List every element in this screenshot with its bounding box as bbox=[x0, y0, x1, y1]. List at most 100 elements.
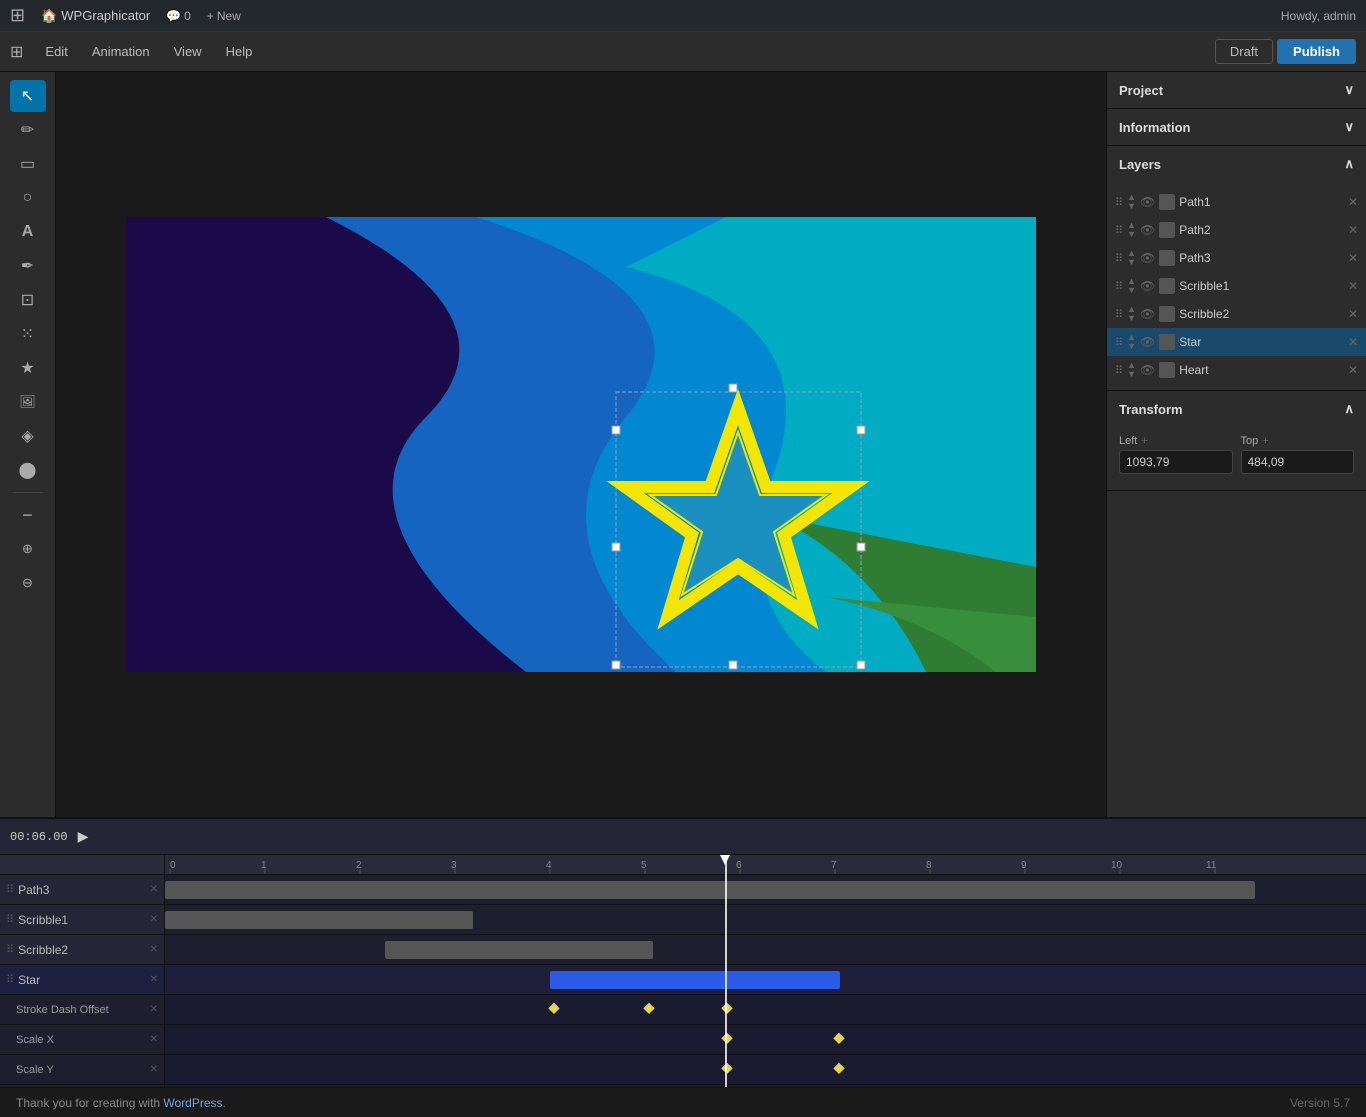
keyframe-scalex-2[interactable] bbox=[833, 1032, 844, 1043]
canvas[interactable] bbox=[126, 217, 1036, 672]
tool-rect[interactable]: ▭ bbox=[10, 148, 46, 180]
track-star[interactable] bbox=[165, 965, 1366, 995]
new-item-link[interactable]: + New bbox=[207, 9, 241, 23]
left-plus-icon[interactable]: + bbox=[1141, 435, 1147, 447]
tool-circle[interactable]: ○ bbox=[10, 182, 46, 214]
label-scribble1: Scribble1 bbox=[18, 913, 68, 927]
down-arrow-icon[interactable]: ▼ bbox=[1127, 286, 1136, 295]
top-input[interactable] bbox=[1241, 450, 1355, 474]
keyframe-scaley-1[interactable] bbox=[721, 1062, 732, 1073]
delete-layer-icon[interactable]: ✕ bbox=[1348, 335, 1358, 349]
tool-text[interactable]: A bbox=[10, 216, 46, 248]
close-scribble2-icon[interactable]: ✕ bbox=[150, 944, 158, 955]
play-button[interactable]: ▶ bbox=[78, 828, 89, 845]
tool-droplet[interactable]: ◈ bbox=[10, 420, 46, 452]
track-stroke-dash-offset[interactable] bbox=[165, 995, 1366, 1025]
keyframe-stroke-1[interactable] bbox=[548, 1002, 559, 1013]
keyframe-scalex-1[interactable] bbox=[721, 1032, 732, 1043]
comments-link[interactable]: 💬 0 bbox=[166, 9, 191, 23]
svg-text:5: 5 bbox=[641, 860, 647, 871]
delete-layer-icon[interactable]: ✕ bbox=[1348, 279, 1358, 293]
close-path3-icon[interactable]: ✕ bbox=[150, 884, 158, 895]
close-star-icon[interactable]: ✕ bbox=[150, 974, 158, 985]
visibility-icon[interactable]: 👁 bbox=[1140, 223, 1155, 237]
track-angle[interactable] bbox=[165, 1085, 1366, 1087]
track-scale-y[interactable] bbox=[165, 1055, 1366, 1085]
layer-item-path2[interactable]: ⠿ ▲ ▼ 👁 Path2 ✕ bbox=[1107, 216, 1366, 244]
tool-zoom-fit[interactable]: ⊕ bbox=[10, 533, 46, 565]
delete-layer-icon[interactable]: ✕ bbox=[1348, 195, 1358, 209]
menu-help[interactable]: Help bbox=[216, 40, 263, 63]
tool-transform[interactable]: ⊡ bbox=[10, 284, 46, 316]
layer-item-path1[interactable]: ⠿ ▲ ▼ 👁 Path1 ✕ bbox=[1107, 188, 1366, 216]
project-header[interactable]: Project ∨ bbox=[1107, 72, 1366, 108]
visibility-icon[interactable]: 👁 bbox=[1140, 195, 1155, 209]
down-arrow-icon[interactable]: ▼ bbox=[1127, 230, 1136, 239]
tool-fill[interactable]: ⬤ bbox=[10, 454, 46, 486]
visibility-icon[interactable]: 👁 bbox=[1140, 335, 1155, 349]
tool-star[interactable]: ★ bbox=[10, 352, 46, 384]
svg-text:7: 7 bbox=[831, 860, 837, 871]
wordpress-link[interactable]: WordPress bbox=[163, 1096, 222, 1110]
keyframe-stroke-2[interactable] bbox=[643, 1002, 654, 1013]
menu-animation[interactable]: Animation bbox=[82, 40, 160, 63]
down-arrow-icon[interactable]: ▼ bbox=[1127, 314, 1136, 323]
tool-pen[interactable]: ✒ bbox=[10, 250, 46, 282]
tool-pencil[interactable]: ✏ bbox=[10, 114, 46, 146]
layer-name-star: Star bbox=[1179, 335, 1344, 349]
svg-text:10: 10 bbox=[1111, 860, 1123, 871]
layer-item-scribble1[interactable]: ⠿ ▲ ▼ 👁 Scribble1 ✕ bbox=[1107, 272, 1366, 300]
delete-layer-icon[interactable]: ✕ bbox=[1348, 223, 1358, 237]
layer-arrows: ▲ ▼ bbox=[1127, 221, 1136, 239]
close-scribble1-icon[interactable]: ✕ bbox=[150, 914, 158, 925]
track-scribble2[interactable] bbox=[165, 935, 1366, 965]
tool-zoom-out[interactable]: − bbox=[10, 499, 46, 531]
delete-layer-icon[interactable]: ✕ bbox=[1348, 251, 1358, 265]
layer-item-heart[interactable]: ⠿ ▲ ▼ 👁 Heart ✕ bbox=[1107, 356, 1366, 384]
publish-button[interactable]: Publish bbox=[1277, 39, 1356, 64]
menu-edit[interactable]: Edit bbox=[35, 40, 77, 63]
down-arrow-icon[interactable]: ▼ bbox=[1127, 342, 1136, 351]
visibility-icon[interactable]: 👁 bbox=[1140, 279, 1155, 293]
delete-layer-icon[interactable]: ✕ bbox=[1348, 363, 1358, 377]
track-scribble1[interactable] bbox=[165, 905, 1366, 935]
drag-icon: ⠿ bbox=[6, 943, 14, 956]
keyframe-scaley-2[interactable] bbox=[833, 1062, 844, 1073]
right-panel: Project ∨ Information ∨ Layers ∧ ⠿ bbox=[1106, 72, 1366, 817]
down-arrow-icon[interactable]: ▼ bbox=[1127, 258, 1136, 267]
ruler[interactable]: 0 1 2 3 4 5 6 7 8 bbox=[165, 855, 1366, 875]
track-scale-x[interactable] bbox=[165, 1025, 1366, 1055]
track-path3[interactable] bbox=[165, 875, 1366, 905]
visibility-icon[interactable]: 👁 bbox=[1140, 251, 1155, 265]
keyframe-stroke-3[interactable] bbox=[721, 1002, 732, 1013]
draft-button[interactable]: Draft bbox=[1215, 39, 1273, 64]
drag-icon: ⠿ bbox=[1115, 364, 1123, 377]
visibility-icon[interactable]: 👁 bbox=[1140, 307, 1155, 321]
close-stroke-dash-icon[interactable]: ✕ bbox=[150, 1004, 158, 1015]
plus-icon: + bbox=[207, 9, 214, 23]
layer-thumbnail bbox=[1159, 306, 1175, 322]
layer-item-path3[interactable]: ⠿ ▲ ▼ 👁 Path3 ✕ bbox=[1107, 244, 1366, 272]
site-name[interactable]: 🏠 WPGraphicator bbox=[41, 8, 150, 24]
menu-view[interactable]: View bbox=[164, 40, 212, 63]
down-arrow-icon[interactable]: ▼ bbox=[1127, 202, 1136, 211]
left-toolbar: ↖ ✏ ▭ ○ A ✒ ⊡ ⁙ ★ 🖼 ◈ ⬤ − ⊕ ⊖ bbox=[0, 72, 56, 817]
layer-item-scribble2[interactable]: ⠿ ▲ ▼ 👁 Scribble2 ✕ bbox=[1107, 300, 1366, 328]
tool-zoom-in[interactable]: ⊖ bbox=[10, 567, 46, 599]
layers-header[interactable]: Layers ∧ bbox=[1107, 146, 1366, 182]
left-input[interactable] bbox=[1119, 450, 1233, 474]
tool-select[interactable]: ↖ bbox=[10, 80, 46, 112]
transform-header[interactable]: Transform ∧ bbox=[1107, 391, 1366, 427]
down-arrow-icon[interactable]: ▼ bbox=[1127, 370, 1136, 379]
layer-item-star[interactable]: ⠿ ▲ ▼ 👁 Star ✕ bbox=[1107, 328, 1366, 356]
top-plus-icon[interactable]: + bbox=[1262, 435, 1268, 447]
close-scale-y-icon[interactable]: ✕ bbox=[150, 1064, 158, 1075]
close-scale-x-icon[interactable]: ✕ bbox=[150, 1034, 158, 1045]
delete-layer-icon[interactable]: ✕ bbox=[1348, 307, 1358, 321]
visibility-icon[interactable]: 👁 bbox=[1140, 363, 1155, 377]
information-header[interactable]: Information ∨ bbox=[1107, 109, 1366, 145]
timeline-label-scribble2: ⠿ Scribble2 ✕ bbox=[0, 935, 164, 965]
tool-image[interactable]: 🖼 bbox=[10, 386, 46, 418]
canvas-area[interactable] bbox=[56, 72, 1106, 817]
tool-nodes[interactable]: ⁙ bbox=[10, 318, 46, 350]
